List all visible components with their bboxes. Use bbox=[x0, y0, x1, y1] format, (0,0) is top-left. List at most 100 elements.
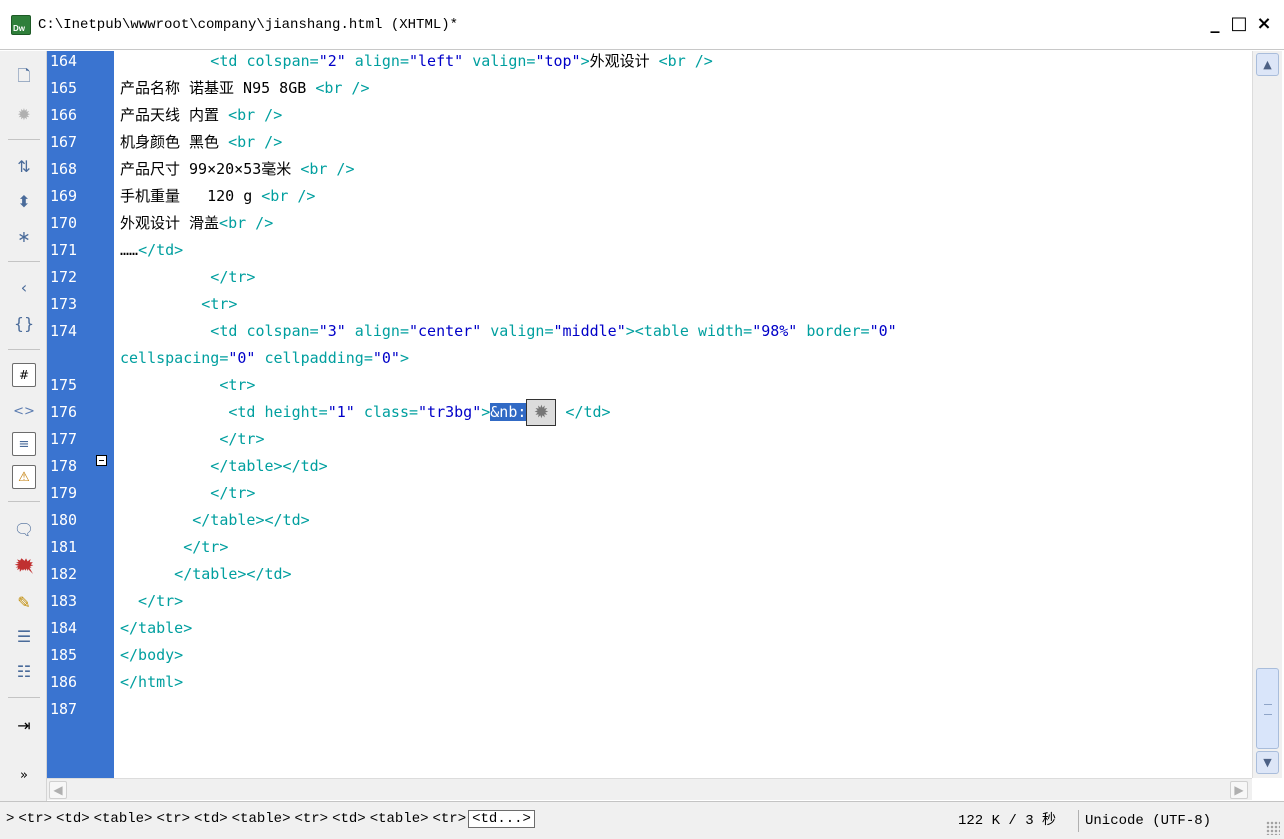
collapse-fold-icon[interactable] bbox=[96, 455, 107, 466]
selected-entity-text[interactable]: &nb: bbox=[490, 403, 527, 421]
tag-selector-item[interactable]: <td> bbox=[54, 811, 92, 827]
code-line[interactable]: </table></td> bbox=[120, 453, 327, 480]
code-line[interactable]: </html> bbox=[120, 669, 183, 696]
code-token: …… bbox=[120, 241, 139, 259]
move-css-icon[interactable]: ☷ bbox=[12, 660, 36, 684]
code-token: "2" bbox=[318, 52, 346, 70]
line-number[interactable]: 170 bbox=[50, 210, 77, 237]
open-documents-icon[interactable]: 🗋 bbox=[12, 64, 36, 88]
scroll-left-button[interactable]: ◀ bbox=[49, 781, 67, 799]
line-number[interactable]: 174 bbox=[50, 318, 77, 345]
line-number[interactable]: 182 bbox=[50, 561, 77, 588]
scroll-right-button[interactable]: ▶ bbox=[1230, 781, 1248, 799]
close-button[interactable]: × bbox=[1253, 10, 1275, 38]
tag-selector-active-item[interactable]: <td...> bbox=[468, 810, 535, 828]
maximize-button[interactable]: □ bbox=[1228, 10, 1250, 38]
tag-selector-item[interactable]: <td> bbox=[330, 811, 368, 827]
code-line[interactable]: <td height="1" class="tr3bg">&nb: ✹ </td> bbox=[120, 399, 611, 426]
code-line[interactable]: </tr> bbox=[120, 534, 228, 561]
line-number[interactable]: 172 bbox=[50, 264, 77, 291]
code-line[interactable]: </tr> bbox=[120, 264, 255, 291]
collapse-tag-icon[interactable]: ✹ bbox=[12, 103, 36, 127]
tag-selector-item[interactable]: <table> bbox=[230, 811, 293, 827]
word-wrap-icon[interactable]: # bbox=[12, 363, 36, 387]
code-line[interactable]: </tr> bbox=[120, 426, 264, 453]
tag-selector-item[interactable]: <tr> bbox=[292, 811, 330, 827]
syntax-coloring-icon[interactable]: <> bbox=[12, 399, 36, 423]
tag-selector-item[interactable]: <tr> bbox=[16, 811, 54, 827]
line-number[interactable]: 173 bbox=[50, 291, 77, 318]
line-number[interactable]: 164 bbox=[50, 48, 77, 75]
horizontal-scrollbar[interactable]: ◀ ▶ bbox=[47, 778, 1252, 800]
code-line[interactable]: 机身颜色 黑色 <br /> bbox=[120, 129, 282, 156]
code-line[interactable]: </table></td> bbox=[120, 561, 291, 588]
line-number[interactable]: 185 bbox=[50, 642, 77, 669]
auto-indent-icon[interactable]: ≡ bbox=[12, 432, 36, 456]
code-line[interactable]: <td colspan="3" align="center" valign="m… bbox=[120, 318, 896, 345]
line-number[interactable]: 176 bbox=[50, 399, 77, 426]
line-number[interactable]: 178 bbox=[50, 453, 77, 480]
code-line[interactable]: </body> bbox=[120, 642, 183, 669]
code-token: height= bbox=[264, 403, 328, 421]
code-line[interactable]: <td colspan="2" align="left" valign="top… bbox=[120, 48, 713, 75]
code-line[interactable]: 产品尺寸 99×20×53毫米 <br /> bbox=[120, 156, 355, 183]
code-token: > bbox=[399, 349, 409, 367]
code-line[interactable]: 产品天线 内置 <br /> bbox=[120, 102, 282, 129]
code-token: </table></td> bbox=[120, 511, 310, 529]
code-line[interactable]: 手机重量 120 g <br /> bbox=[120, 183, 315, 210]
line-number[interactable]: 175 bbox=[50, 372, 77, 399]
minimize-button[interactable]: _ bbox=[1205, 10, 1225, 38]
line-number[interactable]: 186 bbox=[50, 669, 77, 696]
code-line[interactable]: <tr> bbox=[120, 372, 255, 399]
line-number[interactable]: 179 bbox=[50, 480, 77, 507]
vertical-scroll-thumb[interactable] bbox=[1256, 668, 1279, 749]
line-number[interactable]: 187 bbox=[50, 696, 77, 723]
code-line[interactable]: <tr> bbox=[120, 291, 237, 318]
code-token: > bbox=[481, 403, 491, 421]
code-line[interactable]: </table> bbox=[120, 615, 192, 642]
line-number[interactable]: 183 bbox=[50, 588, 77, 615]
line-number[interactable]: 168 bbox=[50, 156, 77, 183]
line-number[interactable]: 167 bbox=[50, 129, 77, 156]
line-numbers-icon[interactable]: ‹ bbox=[12, 276, 36, 300]
select-parent-tag-icon[interactable]: ⬍ bbox=[12, 190, 36, 214]
recent-snippets-icon[interactable]: ☰ bbox=[12, 625, 36, 649]
code-line[interactable]: ……</td> bbox=[120, 237, 183, 264]
highlight-invalid-code-icon[interactable]: {} bbox=[12, 312, 36, 336]
code-line[interactable]: </tr> bbox=[120, 480, 255, 507]
code-hint-gear-icon[interactable]: ✹ bbox=[526, 399, 557, 426]
line-number[interactable]: 169 bbox=[50, 183, 77, 210]
line-number[interactable]: 181 bbox=[50, 534, 77, 561]
tag-selector-item[interactable]: <tr> bbox=[431, 811, 469, 827]
code-line[interactable]: </table></td> bbox=[120, 507, 310, 534]
code-line[interactable]: cellspacing="0" cellpadding="0"> bbox=[120, 345, 409, 372]
code-token: "tr3bg" bbox=[418, 403, 482, 421]
line-number[interactable]: 184 bbox=[50, 615, 77, 642]
code-line[interactable]: </tr> bbox=[120, 588, 183, 615]
resize-grip[interactable] bbox=[1266, 821, 1280, 835]
wrap-tag-icon[interactable]: ✎ bbox=[12, 591, 36, 615]
scroll-up-button[interactable]: ▲ bbox=[1256, 53, 1279, 76]
tag-selector-item[interactable]: <table> bbox=[92, 811, 155, 827]
code-line[interactable]: 外观设计 滑盖<br /> bbox=[120, 210, 273, 237]
remove-comment-icon[interactable]: 🗮 bbox=[12, 554, 36, 578]
tag-selector-item[interactable]: <tr> bbox=[154, 811, 192, 827]
window-title: C:\Inetpub\wwwroot\company\jianshang.htm… bbox=[38, 17, 459, 33]
code-view[interactable]: <td colspan="2" align="left" valign="top… bbox=[114, 51, 1252, 778]
indent-code-icon[interactable]: ⇥ bbox=[12, 714, 36, 738]
line-number[interactable]: 165 bbox=[50, 75, 77, 102]
apply-comment-icon[interactable]: 🗨 bbox=[12, 518, 36, 542]
expand-all-icon[interactable]: ⇅ bbox=[12, 155, 36, 179]
tag-selector-item[interactable]: <td> bbox=[192, 811, 230, 827]
line-number[interactable]: 180 bbox=[50, 507, 77, 534]
more-icon[interactable]: » bbox=[12, 763, 36, 787]
line-number[interactable]: 171 bbox=[50, 237, 77, 264]
line-number[interactable]: 177 bbox=[50, 426, 77, 453]
scroll-down-button[interactable]: ▼ bbox=[1256, 751, 1279, 774]
line-number[interactable]: 166 bbox=[50, 102, 77, 129]
code-line[interactable]: 产品名称 诺基亚 N95 8GB <br /> bbox=[120, 75, 370, 102]
tag-selector-item[interactable]: <table> bbox=[368, 811, 431, 827]
warning-icon[interactable]: ⚠ bbox=[12, 465, 36, 489]
vertical-scrollbar[interactable]: ▲ ▼ bbox=[1252, 51, 1282, 778]
balance-braces-icon[interactable]: ∗ bbox=[12, 225, 36, 249]
